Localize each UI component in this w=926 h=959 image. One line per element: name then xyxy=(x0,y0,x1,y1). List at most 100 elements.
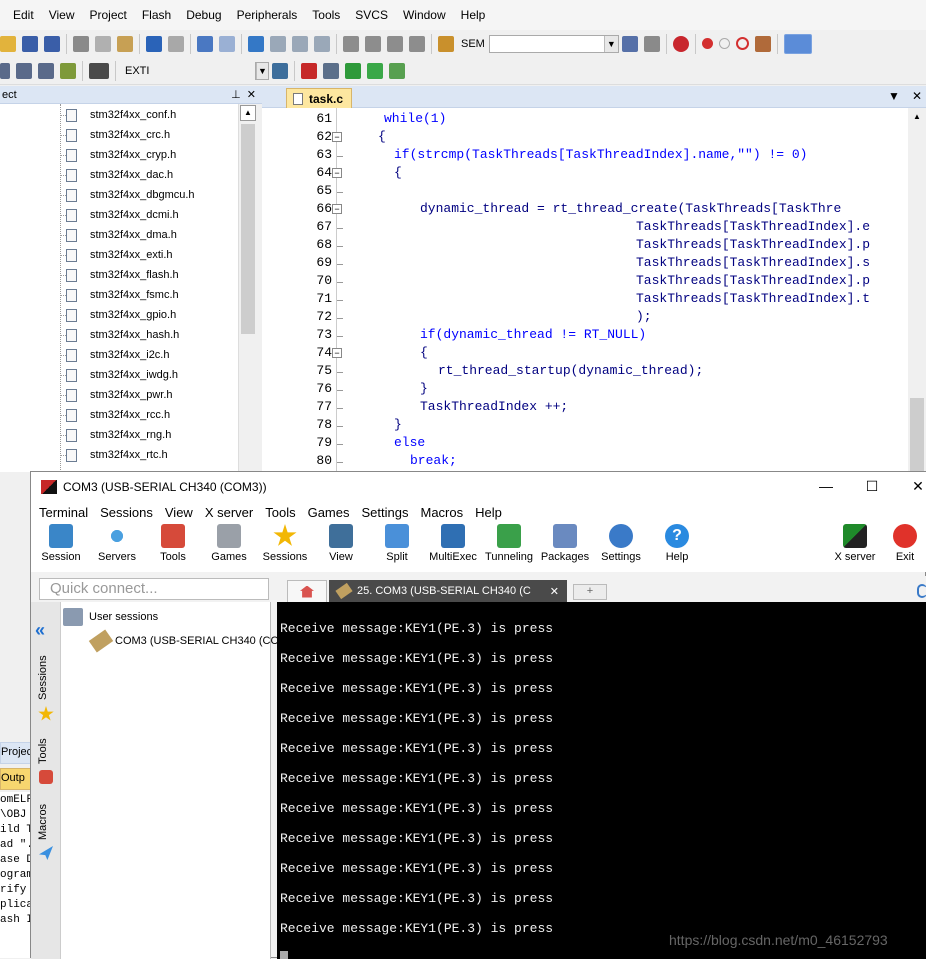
tool-games-button[interactable]: Games xyxy=(199,524,259,563)
software-packs-icon[interactable] xyxy=(389,62,405,79)
project-file-item[interactable]: stm32f4xx_dbgmcu.h xyxy=(60,185,195,205)
project-file-item[interactable]: stm32f4xx_i2c.h xyxy=(60,345,169,365)
load-icon[interactable] xyxy=(89,62,109,79)
find-icon[interactable] xyxy=(621,35,638,52)
tool-sessions-button[interactable]: Sessions xyxy=(255,524,315,563)
window-layout-icon[interactable] xyxy=(783,33,812,54)
tool-packages-button[interactable]: Packages xyxy=(535,524,595,563)
find-combo-value[interactable]: SEM xyxy=(461,38,485,50)
next-bookmark-icon[interactable] xyxy=(292,35,308,52)
unindent-icon[interactable] xyxy=(365,35,381,52)
menu-debug[interactable]: Debug xyxy=(186,8,221,22)
terminal-output[interactable]: Receive message:KEY1(PE.3) is press Recei… xyxy=(277,602,926,959)
menu-window[interactable]: Window xyxy=(403,8,446,22)
project-file-item[interactable]: stm32f4xx_hash.h xyxy=(60,325,179,345)
tool-exit-button[interactable]: Exit xyxy=(883,524,926,563)
cut-icon[interactable] xyxy=(73,35,89,52)
home-tab[interactable] xyxy=(287,580,327,602)
project-file-item[interactable]: stm32f4xx_gpio.h xyxy=(60,305,176,325)
undo-icon[interactable] xyxy=(146,35,162,52)
side-tab-macros[interactable]: Macros xyxy=(37,804,49,840)
menu-xserver[interactable]: X server xyxy=(205,505,253,520)
save-icon[interactable] xyxy=(22,35,38,52)
menu-edit[interactable]: Edit xyxy=(13,8,34,22)
project-file-item[interactable]: stm32f4xx_dma.h xyxy=(60,225,177,245)
project-file-item[interactable]: stm32f4xx_flash.h xyxy=(60,265,179,285)
scroll-thumb[interactable] xyxy=(910,398,924,472)
collapse-sidebar-icon[interactable]: « xyxy=(35,620,45,641)
menu-tools[interactable]: Tools xyxy=(312,8,340,22)
attachment-icon[interactable] xyxy=(917,584,926,598)
close-icon[interactable]: ✕ xyxy=(912,89,922,103)
pin-icon[interactable]: ⊥ xyxy=(231,89,241,101)
menu-flash[interactable]: Flash xyxy=(142,8,171,22)
menu-games[interactable]: Games xyxy=(308,505,350,520)
target-select-value[interactable]: EXTI xyxy=(125,65,255,77)
tool-servers-button[interactable]: Servers xyxy=(87,524,147,563)
editor-tab-task-c[interactable]: task.c xyxy=(286,88,352,108)
project-file-item[interactable]: stm32f4xx_rng.h xyxy=(60,425,171,445)
menu-project[interactable]: Project xyxy=(89,8,126,22)
session-item-com3[interactable]: COM3 (USB-SERIAL CH340 (CC xyxy=(115,635,278,647)
chevron-down-icon[interactable]: ▼ xyxy=(888,89,900,103)
tool-tunneling-button[interactable]: Tunneling xyxy=(479,524,539,563)
menu-help[interactable]: Help xyxy=(461,8,486,22)
incremental-find-icon[interactable] xyxy=(643,35,660,52)
build-icon[interactable] xyxy=(16,62,32,79)
project-file-item[interactable]: stm32f4xx_rtc.h xyxy=(60,445,168,465)
forward-icon[interactable] xyxy=(219,35,235,52)
tool-settings-button[interactable]: Settings xyxy=(591,524,651,563)
side-tab-sessions[interactable]: Sessions xyxy=(37,655,49,700)
clear-bookmarks-icon[interactable] xyxy=(314,35,330,52)
uncomment-icon[interactable] xyxy=(409,35,425,52)
redo-icon[interactable] xyxy=(168,35,184,52)
menu-sessions[interactable]: Sessions xyxy=(100,505,153,520)
indent-icon[interactable] xyxy=(343,35,359,52)
project-file-item[interactable]: stm32f4xx_crc.h xyxy=(60,125,170,145)
comment-icon[interactable] xyxy=(387,35,403,52)
scroll-up-icon[interactable]: ▲ xyxy=(909,109,925,125)
editor-scrollbar[interactable]: ▲ xyxy=(908,108,926,472)
project-file-item[interactable]: stm32f4xx_fsmc.h xyxy=(60,285,179,305)
pack-installer-icon[interactable] xyxy=(367,62,383,79)
fold-toggle-icon[interactable]: − xyxy=(332,348,342,358)
tool-xserver-button[interactable]: X server xyxy=(825,524,885,563)
back-icon[interactable] xyxy=(197,35,213,52)
menu-macros[interactable]: Macros xyxy=(420,505,463,520)
terminal-tab-com3[interactable]: 25. COM3 (USB-SERIAL CH340 (C ✕ xyxy=(329,580,567,602)
target-options-icon[interactable] xyxy=(272,62,288,79)
bottom-tab-project[interactable]: Project xyxy=(0,742,32,764)
prev-bookmark-icon[interactable] xyxy=(270,35,286,52)
menu-settings[interactable]: Settings xyxy=(362,505,409,520)
fold-toggle-icon[interactable]: − xyxy=(332,168,342,178)
bottom-tab-output[interactable]: Outp xyxy=(0,768,32,790)
menu-terminal[interactable]: Terminal xyxy=(39,505,88,520)
save-all-icon[interactable] xyxy=(44,35,60,52)
debug-session-icon[interactable] xyxy=(672,35,689,52)
project-file-item[interactable]: stm32f4xx_iwdg.h xyxy=(60,365,178,385)
maximize-icon[interactable]: ☐ xyxy=(865,478,879,495)
configure-icon[interactable] xyxy=(754,35,771,52)
tool-split-button[interactable]: Split xyxy=(367,524,427,563)
menu-peripherals[interactable]: Peripherals xyxy=(237,8,298,22)
manage-rte-icon[interactable] xyxy=(345,62,361,79)
manage-components-icon[interactable] xyxy=(301,62,317,79)
rebuild-icon[interactable] xyxy=(38,62,54,79)
fold-toggle-icon[interactable]: − xyxy=(332,204,342,214)
close-icon[interactable]: ✕ xyxy=(247,89,256,101)
bookmark-icon[interactable] xyxy=(248,35,264,52)
chevron-down-icon[interactable]: ▼ xyxy=(256,62,268,79)
scroll-thumb[interactable] xyxy=(241,124,255,334)
minimize-icon[interactable]: — xyxy=(819,478,833,494)
copy-icon[interactable] xyxy=(95,35,111,52)
translate-icon[interactable] xyxy=(0,62,10,79)
menu-view[interactable]: View xyxy=(165,505,193,520)
side-tab-tools[interactable]: Tools xyxy=(37,738,49,764)
select-packs-icon[interactable] xyxy=(323,62,339,79)
kill-breakpoints-icon[interactable] xyxy=(735,37,749,50)
project-scrollbar[interactable]: ▲ xyxy=(238,104,256,472)
breakpoint-icon[interactable] xyxy=(701,38,713,49)
new-tab-button[interactable]: + xyxy=(573,584,607,600)
fold-toggle-icon[interactable]: − xyxy=(332,132,342,142)
open-icon[interactable] xyxy=(0,35,16,52)
